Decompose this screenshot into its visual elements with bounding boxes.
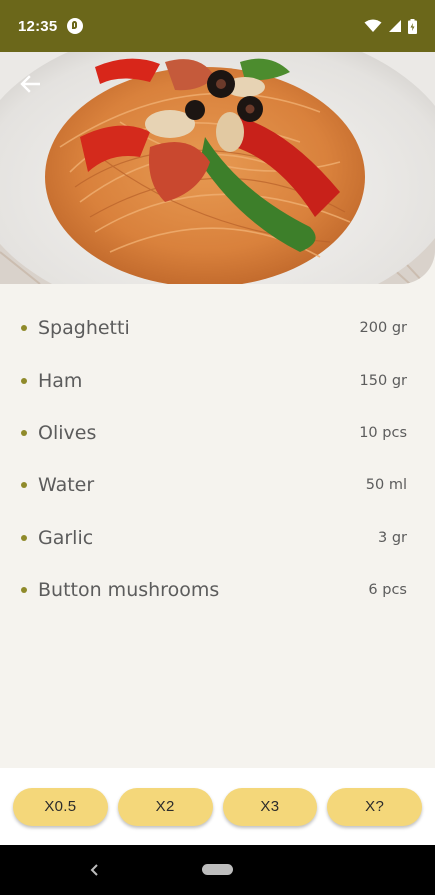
bullet-icon	[21, 325, 27, 332]
ingredient-name: Olives	[38, 421, 97, 444]
cellular-signal-icon	[389, 20, 401, 32]
ingredient-quantity: 200 gr	[359, 320, 407, 337]
status-icons	[364, 18, 417, 34]
ingredient-row: Spaghetti 200 gr	[0, 302, 435, 354]
bullet-icon	[21, 534, 27, 541]
ingredient-list: Spaghetti 200 gr Ham 150 gr Olives 10 pc…	[0, 302, 435, 616]
status-time: 12:35	[18, 17, 58, 35]
back-button[interactable]	[10, 64, 50, 104]
ingredient-quantity: 3 gr	[378, 529, 407, 546]
ingredient-row: Garlic 3 gr	[0, 512, 435, 564]
multiply-2-button[interactable]: X2	[117, 787, 213, 826]
portion-multiplier-bar: X0.5 X2 X3 X?	[0, 768, 435, 845]
bullet-icon	[21, 429, 27, 436]
multiply-half-button[interactable]: X0.5	[13, 787, 108, 826]
bullet-icon	[21, 377, 27, 384]
ingredient-quantity: 50 ml	[365, 477, 407, 494]
ingredient-name: Water	[38, 474, 95, 497]
nav-back-icon[interactable]	[88, 862, 102, 878]
multiply-3-button[interactable]: X3	[222, 787, 318, 826]
ingredient-row: Ham 150 gr	[0, 354, 435, 406]
ingredient-name: Button mushrooms	[38, 579, 220, 602]
multiply-custom-button[interactable]: X?	[327, 787, 422, 826]
app-notification-icon	[67, 18, 84, 34]
ingredient-name: Garlic	[38, 526, 94, 549]
bullet-icon	[21, 587, 27, 594]
bullet-icon	[21, 482, 27, 489]
battery-icon	[408, 18, 417, 34]
arrow-left-icon	[20, 75, 40, 93]
ingredient-name: Ham	[38, 369, 83, 392]
ingredient-quantity: 10 pcs	[359, 424, 407, 441]
ingredient-quantity: 150 gr	[359, 372, 407, 389]
wifi-icon	[364, 19, 382, 32]
ingredient-name: Spaghetti	[38, 317, 130, 340]
ingredient-quantity: 6 pcs	[368, 582, 407, 599]
home-pill-icon[interactable]	[202, 864, 233, 875]
ingredient-row: Button mushrooms 6 pcs	[0, 564, 435, 616]
status-bar: 12:35	[0, 0, 435, 52]
ingredient-row: Water 50 ml	[0, 459, 435, 511]
system-nav-bar	[0, 845, 435, 895]
ingredient-row: Olives 10 pcs	[0, 407, 435, 459]
spaghetti-dish-image	[0, 52, 435, 284]
recipe-hero-image	[0, 52, 435, 284]
